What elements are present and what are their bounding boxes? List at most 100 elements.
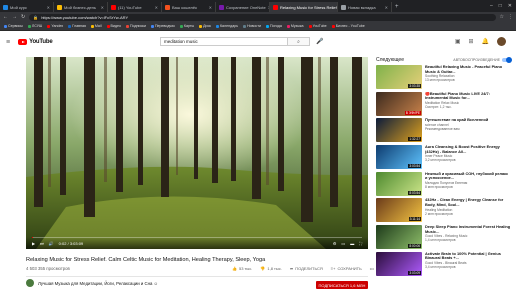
tab-close-icon[interactable]: ✕ (385, 5, 388, 10)
play-icon[interactable]: ▶ (32, 241, 35, 246)
bookmark-item[interactable]: Yandex (47, 24, 63, 28)
autoplay-toggle[interactable] (502, 57, 512, 63)
video-thumbnail[interactable]: 3:03:35 (376, 65, 422, 89)
bookmark-item[interactable]: YouTube (308, 24, 327, 28)
recommended-title[interactable]: Activate Brain to 100% Potential | Geniu… (425, 252, 511, 261)
bookmark-label: Подписки (130, 24, 146, 28)
duration-badge: 3:03:35 (408, 84, 421, 88)
recommended-video[interactable]: 8:03:54 Нежный и красивый СОН, глубокий р… (376, 171, 511, 198)
subscribe-button[interactable]: ПОДПИСАТЬСЯ 1,6 МЛН (316, 281, 368, 289)
recommended-video[interactable]: 3:11:14 432Hz - Clean Energy | Energy Cle… (376, 198, 511, 224)
theater-icon[interactable]: ▬ (350, 241, 354, 246)
tab-close-icon[interactable]: ✕ (209, 5, 212, 10)
tab-favicon-icon (165, 4, 170, 10)
recommended-title[interactable]: Deep Sleep Piano Instrumental Forest Hea… (425, 225, 511, 234)
settings-icon[interactable]: ⚙ (333, 241, 337, 246)
recommended-title[interactable]: Beautiful Relaxing Music - Peaceful Pian… (425, 65, 511, 74)
new-tab-button[interactable]: + (392, 2, 402, 12)
browser-tab[interactable]: Новая вкладка ✕ (338, 2, 392, 12)
reload-icon[interactable]: ↻ (21, 14, 25, 20)
tab-favicon-icon (273, 4, 278, 10)
forward-icon[interactable]: → (12, 14, 17, 20)
bookmark-item[interactable]: Погода (266, 24, 282, 28)
notifications-icon[interactable]: 🔔 (482, 38, 489, 45)
recommended-video[interactable]: 3:03:09 Activate Brain to 100% Potential … (376, 251, 511, 278)
tab-label: Мой бизнес-день (64, 4, 96, 10)
save-button[interactable]: ≡+ СОХРАНИТЬ (331, 266, 362, 271)
video-thumbnail[interactable]: 8:00:06 (376, 225, 422, 250)
hamburger-menu-icon[interactable]: ≡ (6, 39, 10, 46)
bookmark-item[interactable]: Mail (90, 24, 102, 28)
like-button[interactable]: 👍 53 тыс. (232, 266, 252, 271)
volume-icon[interactable]: 🔊 (49, 241, 54, 246)
video-thumbnail[interactable]: 3:03:54 (376, 145, 422, 170)
tab-close-icon[interactable]: ✕ (101, 5, 104, 10)
duration-badge: 8:00:06 (408, 244, 421, 249)
star-icon[interactable]: ☆ (500, 14, 504, 20)
recommended-video[interactable]: 1:32:27 Путешествие на край Вселенной scie… (376, 118, 511, 144)
browser-tab[interactable]: Мой курс ✕ (0, 2, 54, 12)
youtube-logo[interactable]: YouTube (18, 39, 53, 45)
browser-tab[interactable]: Relaxing Music for Stress Relief✕ (270, 2, 338, 12)
menu-icon[interactable]: ⋮ (508, 14, 513, 20)
browser-tab[interactable]: Ваш кошелёк ✕ (162, 2, 216, 12)
video-meta: Путешествие на край Вселенной science cha… (425, 118, 511, 144)
channel-name[interactable]: Лучшая Музыка для Медитации, Йоги, Релак… (38, 281, 158, 286)
bookmark-item[interactable]: ЛСУШ (27, 24, 42, 28)
bookmark-favicon-icon (199, 24, 203, 28)
recommended-video[interactable]: 8:00:06 Deep Sleep Piano Instrumental For… (376, 225, 511, 251)
recommended-video[interactable]: 3:03:54 Aura Cleansing & Boost Positive E… (376, 145, 511, 171)
video-thumbnail[interactable]: 3:03:09 (376, 251, 422, 276)
miniplayer-icon[interactable]: ▭ (341, 241, 345, 246)
browser-tab[interactable]: Мой бизнес-день ✕ (54, 2, 108, 12)
share-button[interactable]: ➦ ПОДЕЛИТЬСЯ (290, 266, 323, 271)
bookmark-item[interactable]: Переводчик (150, 24, 175, 28)
video-player[interactable]: ▶ ⏭ 🔊 0:02 / 3:03:09 ⚙ ▭ ▬ ⛶ (26, 57, 368, 249)
video-thumbnail[interactable]: 8:03:54 (376, 171, 422, 196)
bookmark-item[interactable]: Главная (68, 24, 86, 28)
recommended-video[interactable]: В ЭФИРЕ 🔴Beautiful Piano Music LIVE 24/7:… (376, 91, 511, 118)
back-icon[interactable]: ← (3, 14, 8, 20)
bookmark-item[interactable]: Бизнес - YouTube (331, 24, 365, 28)
more-button[interactable]: ••• (370, 266, 374, 271)
search-input[interactable]: meditation music (161, 39, 287, 44)
video-meta: Activate Brain to 100% Potential | Geniu… (425, 252, 511, 278)
recommended-title[interactable]: Aura Cleansing & Boost Positive Energy (… (425, 145, 511, 154)
video-thumbnail[interactable]: В ЭФИРЕ (376, 91, 422, 116)
maximize-icon[interactable]: □ (499, 3, 502, 9)
minimize-icon[interactable]: – (490, 3, 493, 9)
search-button[interactable]: ⌕ (287, 38, 309, 45)
bookmark-favicon-icon (286, 24, 290, 28)
bookmark-label: Музыка (290, 24, 304, 28)
recommended-title[interactable]: Нежный и красивый СОН, глубокий релакс и… (425, 172, 511, 181)
bookmark-item[interactable]: Видео (106, 24, 121, 28)
browser-tab[interactable]: Сохранение OneNote✕ (216, 2, 270, 12)
recommended-video[interactable]: 3:03:35 Beautiful Relaxing Music - Peacef… (376, 65, 511, 91)
bookmark-item[interactable]: Диск (199, 24, 211, 28)
recommended-title[interactable]: 🔴Beautiful Piano Music LIVE 24/7: Instru… (425, 92, 511, 101)
bookmark-item[interactable]: Музыка (286, 24, 304, 28)
bookmark-item[interactable]: Новости (243, 24, 261, 28)
bookmark-item[interactable]: Сервисы (4, 24, 23, 28)
apps-icon[interactable]: ⊞ (468, 38, 473, 45)
channel-avatar[interactable] (26, 279, 34, 287)
tab-close-icon[interactable]: ✕ (155, 5, 158, 10)
tab-close-icon[interactable]: ✕ (47, 5, 50, 10)
avatar[interactable] (497, 37, 506, 46)
browser-tab[interactable]: (11) YouTube ✕ (108, 2, 162, 12)
microphone-icon[interactable]: 🎤 (316, 38, 323, 45)
bookmark-item[interactable]: Календарь (215, 24, 238, 28)
create-video-icon[interactable]: ▣ (455, 38, 461, 45)
close-window-icon[interactable]: ✕ (508, 3, 512, 9)
bookmark-item[interactable]: Подписки (126, 24, 146, 28)
fullscreen-icon[interactable]: ⛶ (359, 241, 362, 246)
video-thumbnail[interactable]: 3:11:14 (376, 198, 422, 223)
dislike-button[interactable]: 👎 1,8 тыс. (260, 266, 281, 271)
bookmark-label: Сервисы (8, 24, 23, 28)
bookmark-item[interactable]: Карты (179, 24, 194, 28)
video-thumbnail[interactable]: 1:32:27 (376, 118, 422, 143)
recommended-title[interactable]: 432Hz - Clean Energy | Energy Cleanse fo… (425, 198, 511, 207)
next-icon[interactable]: ⏭ (40, 241, 44, 246)
address-bar[interactable]: 🔒 https://www.youtube.com/watch?v=lFcSrY… (29, 13, 496, 21)
tab-favicon-icon (57, 4, 62, 10)
